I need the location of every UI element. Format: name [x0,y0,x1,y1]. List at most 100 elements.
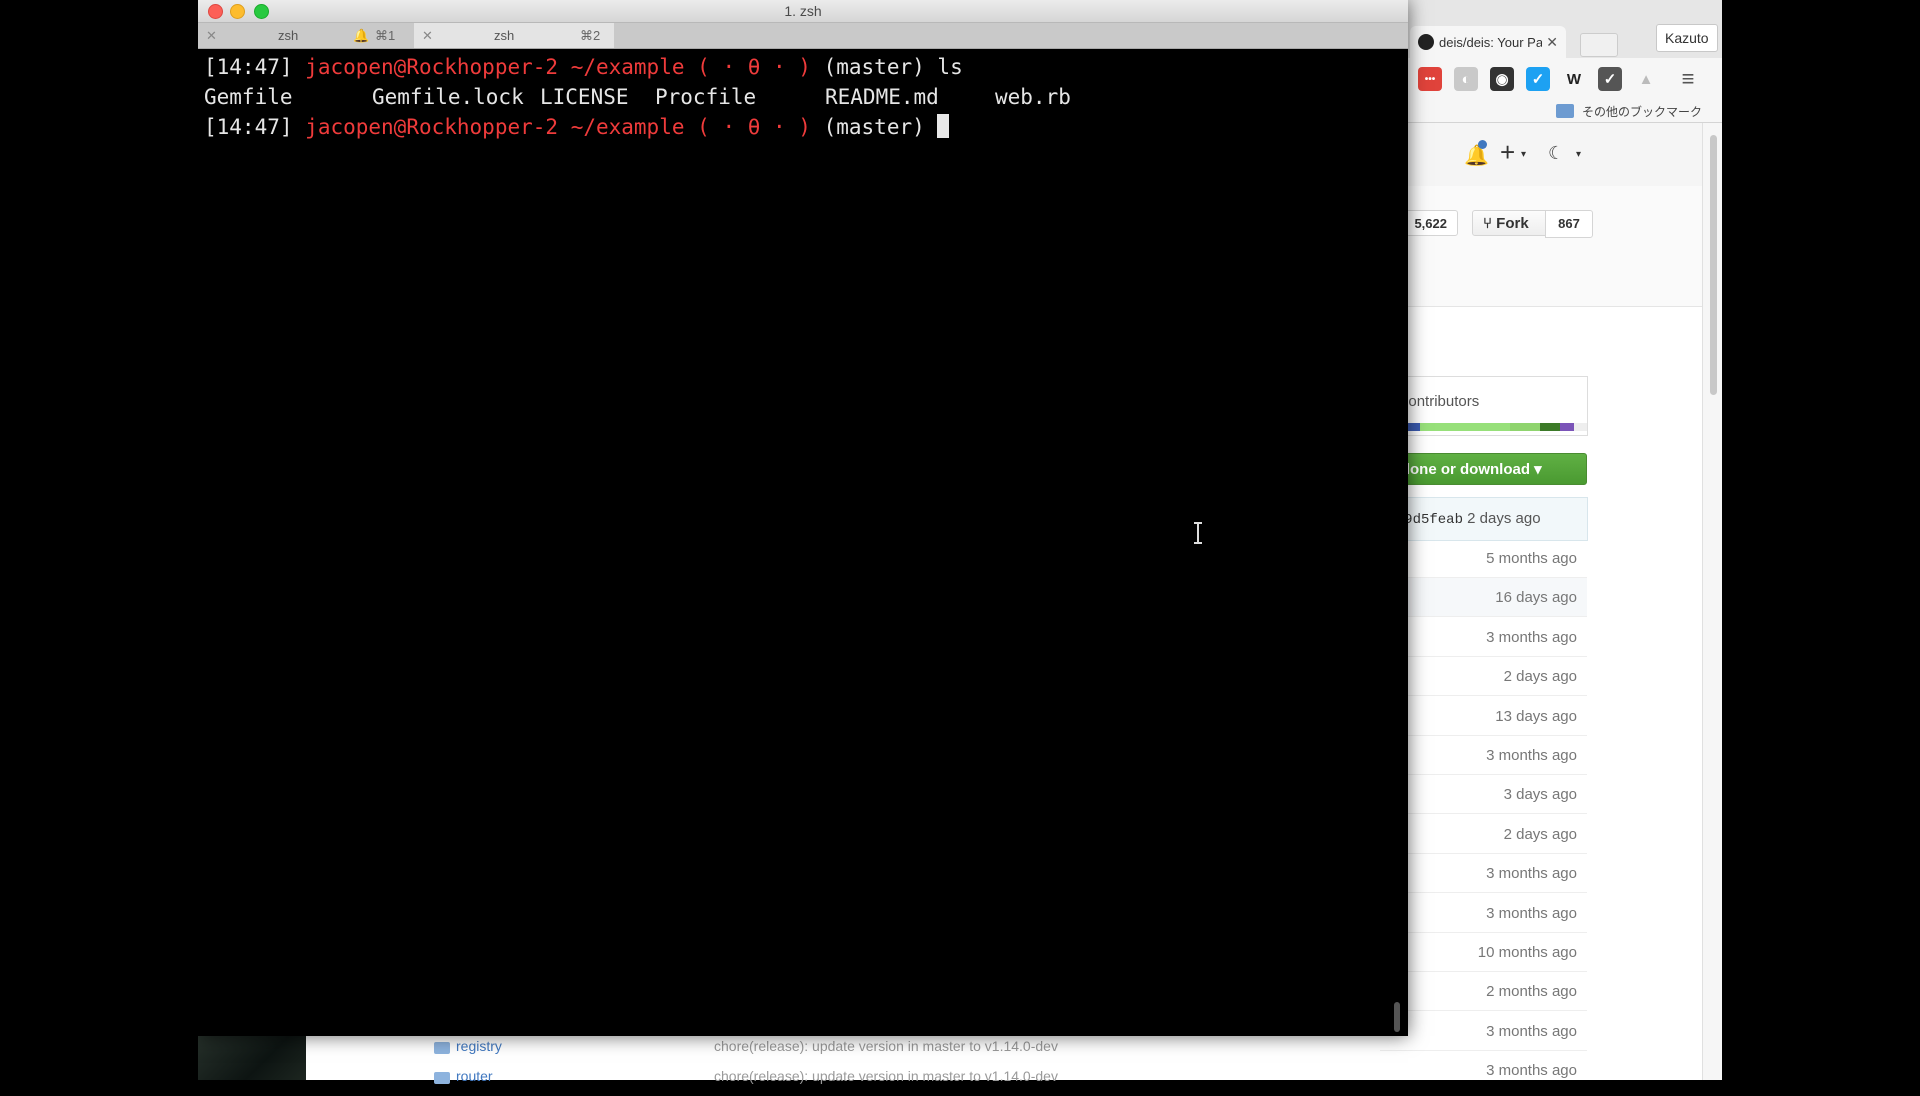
prompt-face: ( · θ · ) [697,55,811,79]
prompt-branch: (master) [823,115,925,139]
output-file: README.md [825,85,939,109]
file-row-age[interactable]: 3 months ago [1380,1051,1587,1080]
profile-button[interactable]: Kazuto [1656,24,1718,52]
compass-icon[interactable]: ◐ [1454,67,1478,91]
fork-button[interactable]: ⑂ Fork [1472,210,1546,236]
prompt-path: ~/example [570,55,685,79]
avatar[interactable]: ☾ [1548,143,1566,165]
language-segment [1560,423,1574,431]
file-row-age[interactable]: 13 days ago [1380,697,1587,736]
file-row-age[interactable]: 2 days ago [1380,815,1587,854]
github-icon [1418,34,1434,50]
tab-label: zsh [278,28,299,43]
file-row-age[interactable]: 3 months ago [1380,736,1587,775]
bookmark-folder-other[interactable]: その他のブックマーク [1582,103,1702,120]
contributors-label: contributors [1400,393,1480,410]
fork-icon: ⑂ [1483,215,1497,232]
browser-toolbar: ••• ◐ ◉ ✓ W ✓ ▲ ≡ [1380,58,1722,100]
language-segment [1540,423,1560,431]
close-icon[interactable]: ✕ [206,23,217,48]
table-row[interactable]: registry chore(release): update version … [306,1036,1380,1066]
file-row-age[interactable]: 5 months ago [1380,539,1587,578]
file-row-age[interactable]: 2 months ago [1380,972,1587,1012]
wikipedia-icon[interactable]: W [1562,67,1586,91]
command-output: Gemfile Gemfile.lock LICENSE Procfile README… [204,82,1384,112]
language-bar[interactable] [1380,423,1587,431]
close-icon[interactable]: ✕ [422,23,433,48]
output-file: Procfile [655,85,757,109]
chevron-down-icon: ▾ [1521,149,1527,160]
prompt-user-host: jacopen@Rockhopper-2 [305,115,559,139]
desktop-wallpaper [198,1036,306,1080]
terminal-tab-2[interactable]: ✕ zsh ⌘2 [414,23,614,48]
window-title: 1. zsh [784,3,822,19]
terminal-tab-1[interactable]: ✕ zsh 🔔 ⌘1 [198,23,414,48]
text-cursor [937,114,950,138]
output-file: Gemfile [204,85,293,109]
menu-icon[interactable]: ≡ [1676,66,1700,91]
ghostery-icon[interactable]: ◉ [1490,67,1514,91]
language-segment [1574,423,1587,431]
file-row-age[interactable]: 3 months ago [1380,854,1587,894]
terminal-scrollbar[interactable] [1394,1002,1400,1032]
commit-message[interactable]: chore(release): update version in master… [714,1038,1058,1054]
clone-label: Clone or download [1395,461,1530,478]
new-tab-button[interactable] [1580,33,1618,57]
prompt-line: [14:47] jacopen@Rockhopper-2 ~/example (… [204,112,1384,142]
browser-scrollbar[interactable] [1702,123,1722,1080]
prompt-command: ls [937,55,963,79]
terminal-titlebar[interactable]: 1. zsh [198,0,1408,23]
unread-dot [1478,140,1487,149]
file-row-age[interactable]: 10 months ago [1380,933,1587,972]
prompt-branch: (master) [823,55,925,79]
github-page: 🔔 + ▾ ☾ ▾ 5,622 ⑂ Fork 867 32 contributo… [1380,123,1702,1080]
file-name[interactable]: router [456,1068,493,1084]
browser-tab[interactable]: deis/deis: Your PaaS. ✕ [1410,26,1566,58]
twitter-icon[interactable]: ✓ [1526,67,1550,91]
clone-or-download-button[interactable]: Clone or download ▾ [1380,453,1587,485]
tab-label: zsh [494,28,515,43]
file-row-age[interactable]: 3 months ago [1380,618,1587,657]
prompt-face: ( · θ · ) [697,115,811,139]
browser-tabstrip: deis/deis: Your PaaS. ✕ Kazuto [1380,0,1722,59]
terminal-output[interactable]: [14:47] jacopen@Rockhopper-2 ~/example (… [204,52,1384,142]
ext-red-icon[interactable]: ••• [1418,67,1442,91]
folder-icon [434,1072,450,1084]
folder-icon [1556,104,1574,118]
output-file: Gemfile.lock [372,85,524,109]
file-row-age[interactable]: 2 days ago [1380,657,1587,697]
prompt-time: [14:47] [204,55,293,79]
terminal-tab-bar: ✕ zsh 🔔 ⌘1 ✕ zsh ⌘2 [198,23,1408,49]
prompt-user-host: jacopen@Rockhopper-2 [305,55,559,79]
file-row-age[interactable]: 16 days ago [1380,578,1587,618]
bookmarks-bar: その他のブックマーク [1380,100,1722,123]
pocket-icon[interactable]: ✓ [1598,67,1622,91]
close-tab-icon[interactable]: ✕ [1546,34,1558,51]
file-row-age[interactable]: 3 days ago [1380,775,1587,815]
latest-commit-hash[interactable]: 9d5feab [1404,512,1463,528]
fork-count[interactable]: 867 [1545,210,1593,238]
tab-shortcut: ⌘1 [375,28,396,43]
prompt-time: [14:47] [204,115,293,139]
prompt-path: ~/example [570,115,685,139]
file-row-age[interactable]: 3 months ago [1380,1012,1587,1051]
latest-commit-age: 2 days ago [1467,510,1541,527]
drive-icon[interactable]: ▲ [1634,67,1658,91]
chevron-down-icon: ▾ [1534,461,1542,478]
table-row[interactable]: router chore(release): update version in… [306,1066,1380,1096]
prompt-line: [14:47] jacopen@Rockhopper-2 ~/example (… [204,52,1384,82]
github-header: 🔔 + ▾ ☾ ▾ [1380,123,1702,187]
scrollbar-thumb[interactable] [1710,135,1717,395]
file-row-age[interactable]: 3 months ago [1380,894,1587,933]
plus-icon[interactable]: + [1500,137,1515,168]
commit-message[interactable]: chore(release): update version in master… [714,1068,1058,1084]
latest-commit-bar: mit 9d5feab 2 days ago [1380,497,1588,541]
chevron-down-icon: ▾ [1576,149,1582,160]
contributors-box: 32 contributors [1380,376,1588,436]
terminal-window[interactable]: 1. zsh ✕ zsh 🔔 ⌘1 ✕ zsh ⌘2 [14:47] jacop… [198,0,1408,1036]
output-file: web.rb [995,85,1071,109]
file-name[interactable]: registry [456,1038,502,1054]
folder-icon [434,1042,450,1054]
output-file: LICENSE [540,85,629,109]
ibeam-cursor-icon [1194,522,1202,544]
